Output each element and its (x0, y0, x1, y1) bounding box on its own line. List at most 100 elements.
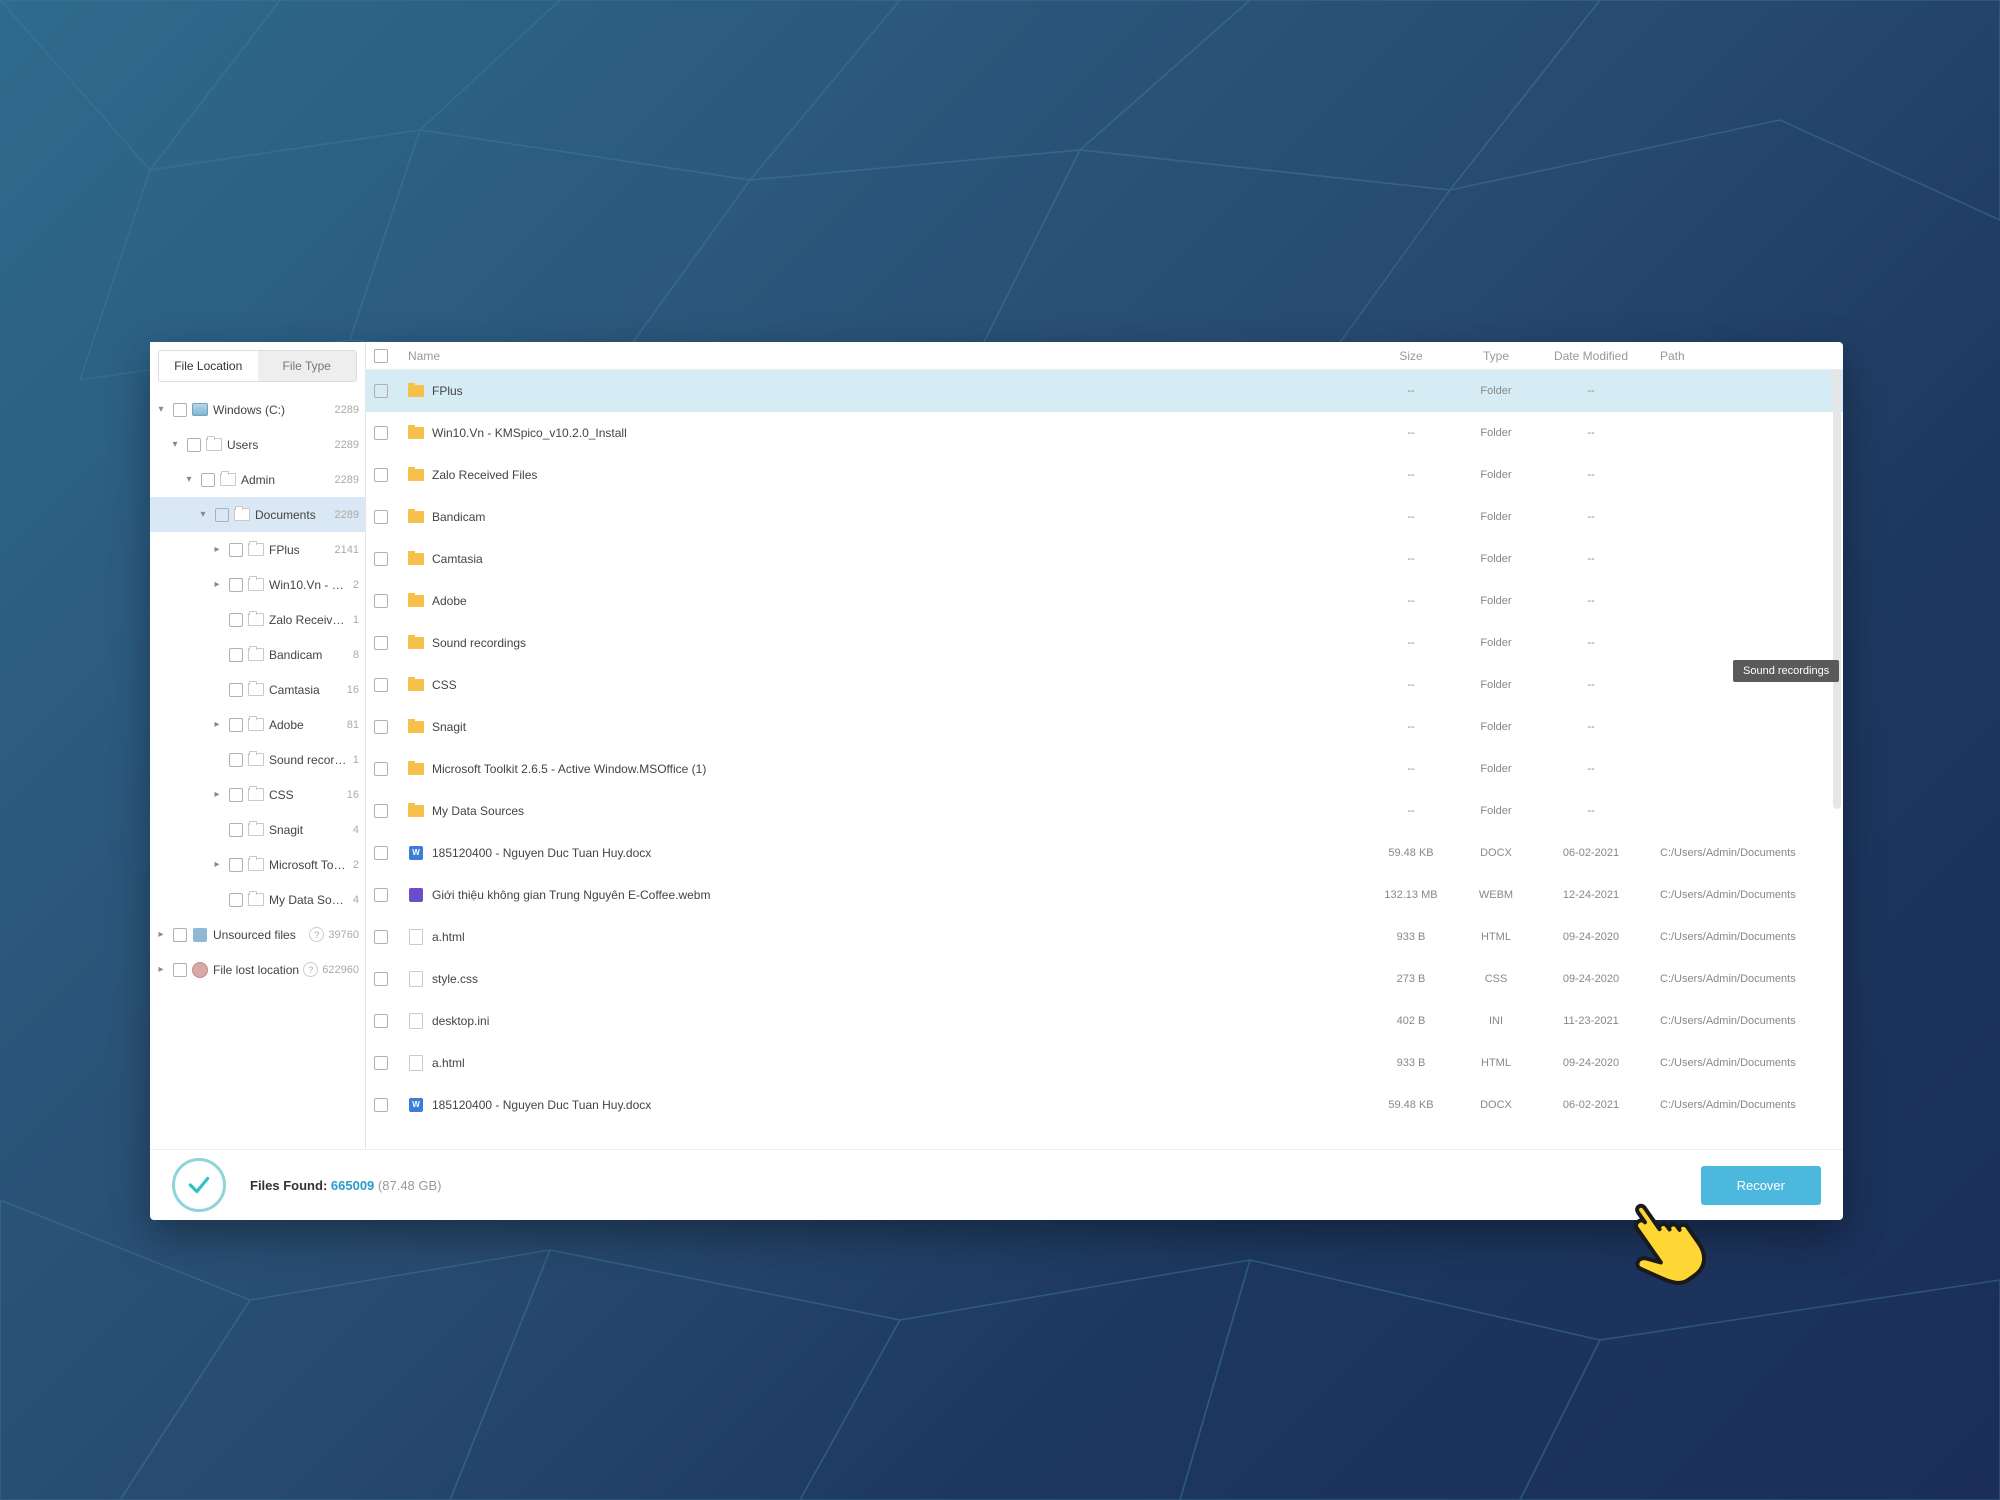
file-row[interactable]: My Data Sources--Folder-- (366, 790, 1843, 832)
tab-file-location[interactable]: File Location (159, 351, 258, 381)
tree-item[interactable]: ▸CSS16 (150, 777, 365, 812)
tree-item[interactable]: ▸Unsourced files?39760 (150, 917, 365, 952)
row-checkbox[interactable] (374, 594, 388, 608)
expand-caret[interactable]: ▸ (210, 859, 224, 870)
file-row[interactable]: W185120400 - Nguyen Duc Tuan Huy.docx59.… (366, 832, 1843, 874)
file-row[interactable]: a.html933 BHTML09-24-2020C:/Users/Admin/… (366, 916, 1843, 958)
expand-caret[interactable]: ▸ (154, 964, 168, 975)
tree-checkbox[interactable] (229, 578, 243, 592)
tree-checkbox[interactable] (173, 928, 187, 942)
column-path[interactable]: Path (1646, 349, 1825, 363)
file-row[interactable]: Camtasia--Folder-- (366, 538, 1843, 580)
tree-item[interactable]: Snagit4 (150, 812, 365, 847)
row-checkbox[interactable] (374, 762, 388, 776)
tree-item[interactable]: ▸Microsoft Toolki...2 (150, 847, 365, 882)
tab-file-type[interactable]: File Type (258, 351, 357, 381)
tree-item[interactable]: ▸File lost location?622960 (150, 952, 365, 987)
tree-item[interactable]: Sound recordings1 (150, 742, 365, 777)
row-checkbox[interactable] (374, 426, 388, 440)
help-icon[interactable]: ? (303, 962, 318, 977)
row-checkbox[interactable] (374, 804, 388, 818)
file-row[interactable]: W185120400 - Nguyen Duc Tuan Huy.docx59.… (366, 1084, 1843, 1126)
tree-item[interactable]: ▾Users2289 (150, 427, 365, 462)
file-name: style.css (432, 972, 478, 986)
tree-checkbox[interactable] (229, 823, 243, 837)
row-checkbox[interactable] (374, 1056, 388, 1070)
tree-item[interactable]: My Data Sources4 (150, 882, 365, 917)
row-checkbox[interactable] (374, 1014, 388, 1028)
tree-checkbox[interactable] (229, 788, 243, 802)
tree-item[interactable]: ▸Win10.Vn - KMS...2 (150, 567, 365, 602)
file-row[interactable]: a.html933 BHTML09-24-2020C:/Users/Admin/… (366, 1042, 1843, 1084)
file-row[interactable]: desktop.ini402 BINI11-23-2021C:/Users/Ad… (366, 1000, 1843, 1042)
column-type[interactable]: Type (1456, 349, 1536, 363)
file-row[interactable]: Snagit--Folder-- (366, 706, 1843, 748)
tree-checkbox[interactable] (229, 718, 243, 732)
row-checkbox[interactable] (374, 888, 388, 902)
tree-checkbox[interactable] (229, 893, 243, 907)
recover-button[interactable]: Recover (1701, 1166, 1821, 1205)
file-row[interactable]: Win10.Vn - KMSpico_v10.2.0_Install--Fold… (366, 412, 1843, 454)
tree-item[interactable]: ▾Windows (C:)2289 (150, 392, 365, 427)
tree-item[interactable]: ▾Admin2289 (150, 462, 365, 497)
expand-caret[interactable]: ▾ (196, 509, 210, 520)
tree-checkbox[interactable] (229, 648, 243, 662)
file-list[interactable]: FPlus--Folder--Win10.Vn - KMSpico_v10.2.… (366, 370, 1843, 1149)
tree-item[interactable]: ▸Adobe81 (150, 707, 365, 742)
tree-checkbox[interactable] (173, 403, 187, 417)
expand-caret[interactable]: ▾ (154, 404, 168, 415)
tree-checkbox[interactable] (229, 683, 243, 697)
row-checkbox[interactable] (374, 972, 388, 986)
expand-caret[interactable]: ▸ (210, 719, 224, 730)
file-row[interactable]: Sound recordings--Folder-- (366, 622, 1843, 664)
column-name[interactable]: Name (396, 349, 1366, 363)
file-row[interactable]: Bandicam--Folder-- (366, 496, 1843, 538)
row-checkbox[interactable] (374, 636, 388, 650)
file-row[interactable]: FPlus--Folder-- (366, 370, 1843, 412)
expand-caret[interactable]: ▸ (210, 579, 224, 590)
select-all-checkbox[interactable] (374, 349, 388, 363)
tree-item[interactable]: ▸FPlus2141 (150, 532, 365, 567)
tree-item[interactable]: Zalo Received Fil...1 (150, 602, 365, 637)
tree-checkbox[interactable] (229, 613, 243, 627)
row-checkbox[interactable] (374, 384, 388, 398)
tree-checkbox[interactable] (229, 753, 243, 767)
row-checkbox[interactable] (374, 846, 388, 860)
row-checkbox[interactable] (374, 468, 388, 482)
row-checkbox[interactable] (374, 720, 388, 734)
row-checkbox[interactable] (374, 510, 388, 524)
tree-item[interactable]: Camtasia16 (150, 672, 365, 707)
tree-item[interactable]: ▾Documents2289 (150, 497, 365, 532)
tree-checkbox[interactable] (215, 508, 229, 522)
scrollbar[interactable] (1833, 369, 1841, 809)
row-checkbox[interactable] (374, 930, 388, 944)
tree-checkbox[interactable] (173, 963, 187, 977)
tree-checkbox[interactable] (187, 438, 201, 452)
expand-caret[interactable]: ▾ (168, 439, 182, 450)
file-row[interactable]: Adobe--Folder-- (366, 580, 1843, 622)
expand-caret[interactable]: ▸ (154, 929, 168, 940)
column-size[interactable]: Size (1366, 349, 1456, 363)
folder-tree[interactable]: ▾Windows (C:)2289▾Users2289▾Admin2289▾Do… (150, 390, 365, 1149)
tree-checkbox[interactable] (201, 473, 215, 487)
row-checkbox[interactable] (374, 552, 388, 566)
file-row[interactable]: style.css273 BCSS09-24-2020C:/Users/Admi… (366, 958, 1843, 1000)
row-checkbox[interactable] (374, 678, 388, 692)
tree-item[interactable]: Bandicam8 (150, 637, 365, 672)
file-path: C:/Users/Admin/Documents (1646, 1057, 1825, 1069)
tree-label: Windows (C:) (213, 403, 331, 417)
file-row[interactable]: Zalo Received Files--Folder-- (366, 454, 1843, 496)
expand-caret[interactable]: ▸ (210, 544, 224, 555)
file-row[interactable]: Giới thiệu không gian Trung Nguyên E-Cof… (366, 874, 1843, 916)
file-size: -- (1366, 679, 1456, 691)
tree-checkbox[interactable] (229, 858, 243, 872)
row-checkbox[interactable] (374, 1098, 388, 1112)
file-row[interactable]: Microsoft Toolkit 2.6.5 - Active Window.… (366, 748, 1843, 790)
tree-checkbox[interactable] (229, 543, 243, 557)
help-icon[interactable]: ? (309, 927, 324, 942)
file-row[interactable]: CSS--Folder-- (366, 664, 1843, 706)
expand-caret[interactable]: ▸ (210, 789, 224, 800)
expand-caret[interactable]: ▾ (182, 474, 196, 485)
column-date[interactable]: Date Modified (1536, 349, 1646, 363)
file-date: -- (1536, 763, 1646, 775)
